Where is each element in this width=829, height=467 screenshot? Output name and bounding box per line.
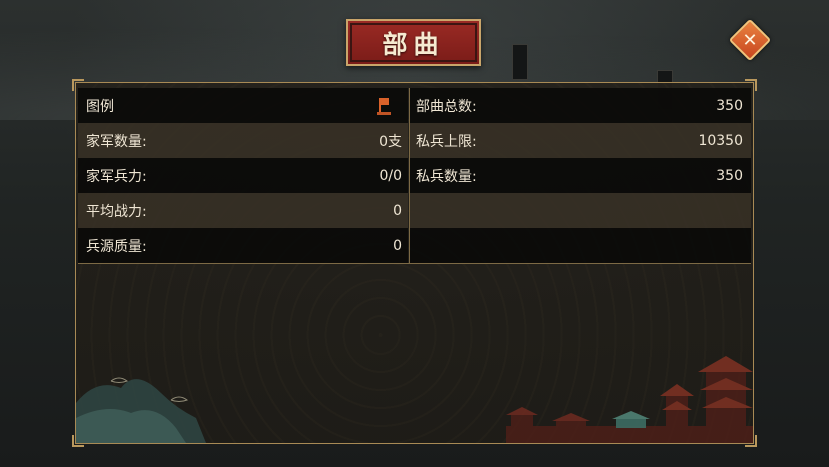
stat-value: 0 xyxy=(393,202,402,219)
stat-value: 0 xyxy=(393,237,402,254)
stat-row: 私兵数量: 350 xyxy=(410,158,751,193)
stat-row: 部曲总数: 350 xyxy=(410,88,751,123)
stat-label: 家军兵力: xyxy=(86,168,147,185)
table-bottom-divider xyxy=(78,263,751,264)
stat-value: 0/0 xyxy=(379,167,402,184)
stat-row: 兵源质量: 0 xyxy=(78,228,408,263)
stat-row: 家军兵力: 0/0 xyxy=(78,158,408,193)
stat-label: 私兵上限: xyxy=(416,133,477,150)
stat-row-empty xyxy=(410,193,751,228)
decorative-landscape-illustration xyxy=(76,356,753,443)
legend-row[interactable]: 图例 xyxy=(78,88,408,123)
banner-legend-icon[interactable] xyxy=(376,97,392,115)
stat-label: 部曲总数: xyxy=(416,98,477,115)
close-icon: ✕ xyxy=(742,29,758,51)
legend-label: 图例 xyxy=(86,98,114,115)
background-banner xyxy=(512,44,528,80)
left-stats-column: 图例 家军数量: 0支 家军兵力: 0/0 平均战力: 0 兵源质量: 0 xyxy=(78,88,408,263)
stat-label: 平均战力: xyxy=(86,203,147,220)
stat-row: 家军数量: 0支 xyxy=(78,123,408,158)
stat-value: 10350 xyxy=(698,132,743,149)
page-title: 部曲 xyxy=(382,29,445,59)
stat-value: 350 xyxy=(716,97,743,114)
stat-row: 私兵上限: 10350 xyxy=(410,123,751,158)
title-plaque: 部曲 xyxy=(346,19,481,66)
stat-label: 兵源质量: xyxy=(86,238,147,255)
stat-label: 家军数量: xyxy=(86,133,147,150)
stat-value: 0支 xyxy=(379,133,402,150)
stat-label: 私兵数量: xyxy=(416,168,477,185)
stats-panel: 图例 家军数量: 0支 家军兵力: 0/0 平均战力: 0 兵源质量: 0 部曲… xyxy=(72,79,757,447)
stat-row-empty xyxy=(410,228,751,263)
stat-value: 350 xyxy=(716,167,743,184)
right-stats-column: 部曲总数: 350 私兵上限: 10350 私兵数量: 350 xyxy=(410,88,751,263)
stat-row: 平均战力: 0 xyxy=(78,193,408,228)
